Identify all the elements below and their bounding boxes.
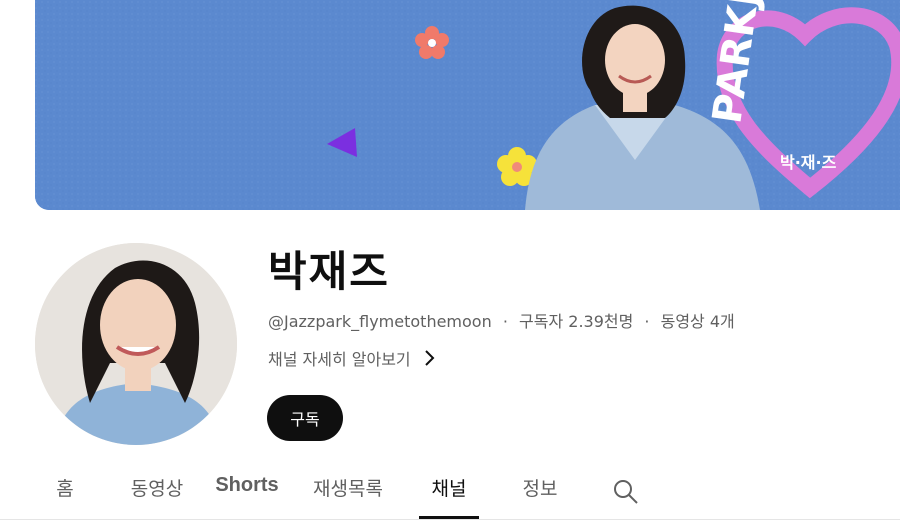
svg-text:박·재·즈: 박·재·즈 [780, 153, 837, 172]
tab-shorts[interactable]: Shorts [214, 474, 280, 522]
tab-channels[interactable]: 채널 [419, 474, 479, 522]
channel-name: 박재즈 [268, 247, 390, 296]
tab-home[interactable]: 홈 [52, 474, 78, 522]
channel-avatar[interactable] [35, 243, 237, 445]
separator: · [502, 312, 508, 331]
channel-banner: PARKJAZZ 박·재·즈 [35, 0, 900, 210]
channel-page: PARKJAZZ 박·재·즈 박재즈 @Jazzpark_flymetothem… [0, 0, 900, 522]
separator: · [644, 312, 650, 331]
tabs-divider [0, 519, 900, 520]
subscribe-button[interactable]: 구독 [267, 395, 343, 441]
channel-meta: @Jazzpark_flymetothemoon · 구독자 2.39천명 · … [268, 308, 735, 332]
tab-videos[interactable]: 동영상 [124, 474, 190, 522]
about-link-label: 채널 자세히 알아보기 [268, 350, 411, 369]
chevron-right-icon [424, 350, 435, 366]
tab-about[interactable]: 정보 [517, 474, 563, 522]
channel-about-link[interactable]: 채널 자세히 알아보기 [268, 346, 437, 370]
subscriber-count: 구독자 2.39천명 [519, 312, 634, 331]
search-icon[interactable] [612, 478, 640, 506]
channel-handle: @Jazzpark_flymetothemoon [268, 312, 492, 331]
video-count: 동영상 4개 [660, 312, 735, 331]
tab-playlists[interactable]: 재생목록 [305, 474, 391, 522]
channel-tabs: 홈 동영상 Shorts 재생목록 채널 정보 [0, 460, 900, 522]
